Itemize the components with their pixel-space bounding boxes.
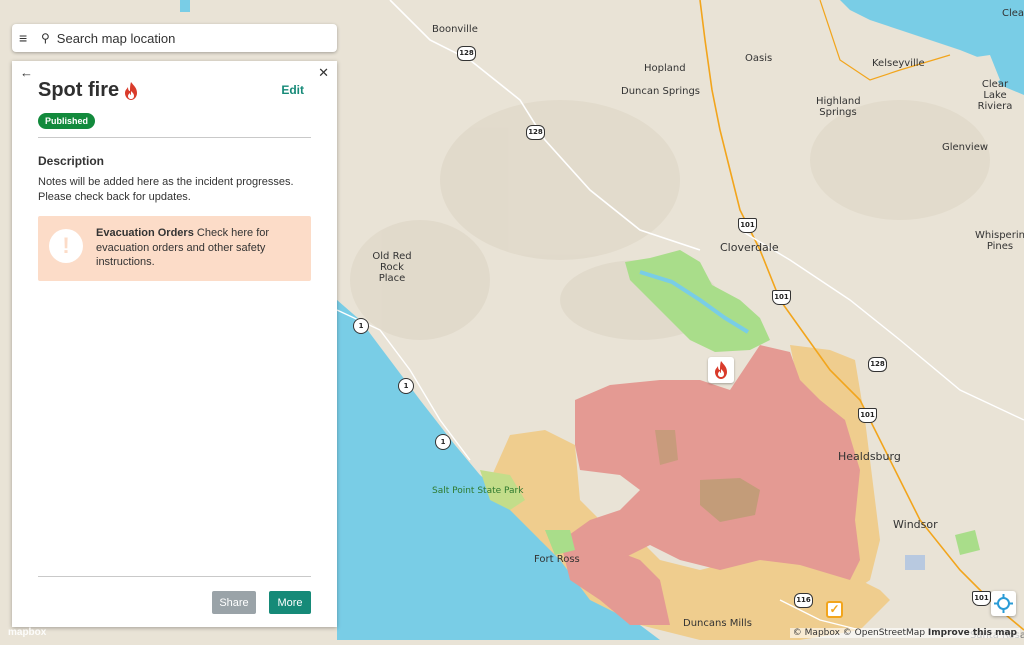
route-101-shield: 101 (858, 408, 877, 423)
mapbox-attribution-link[interactable]: © Mapbox (793, 628, 840, 638)
place-hopland: Hopland (644, 63, 686, 74)
place-whispering-pines: Whispering Pines (975, 230, 1024, 252)
place-healdsburg: Healdsburg (838, 450, 901, 463)
close-icon[interactable]: ✕ (318, 65, 329, 81)
route-101-shield: 101 (738, 218, 757, 233)
locate-icon (994, 594, 1013, 613)
route-128-shield: 128 (457, 46, 476, 61)
place-salt-point-state-park: Salt Point State Park (432, 486, 524, 496)
exclamation-icon: ! (49, 229, 83, 263)
map-attribution: © Mapbox © OpenStreetMap Improve this ma… (789, 628, 1020, 638)
status-badge: Published (38, 113, 96, 129)
fire-icon (125, 82, 137, 100)
place-cloverdale: Cloverdale (720, 241, 779, 254)
place-highland-springs: Highland Springs (816, 96, 861, 118)
route-1-shield: 1 (398, 378, 414, 394)
place-clear-lake-riviera: Clear Lake Riviera (977, 79, 1013, 112)
evacuation-alert[interactable]: ! Evacuation Orders Check here for evacu… (38, 216, 311, 281)
search-icon: ⚲ (41, 31, 50, 45)
route-116-shield: 116 (794, 593, 813, 608)
place-kelseyville: Kelseyville (872, 58, 925, 69)
divider (38, 137, 311, 138)
share-button[interactable]: Share (212, 591, 256, 614)
route-1-shield: 1 (435, 434, 451, 450)
locate-button[interactable] (991, 591, 1016, 616)
description-text: Notes will be added here as the incident… (38, 176, 294, 203)
menu-icon[interactable]: ≡ (19, 30, 35, 46)
evacuation-heading: Evacuation Orders (96, 227, 194, 239)
place-duncan-springs: Duncan Springs (621, 86, 700, 97)
search-input[interactable] (54, 29, 309, 47)
route-128-shield: 128 (526, 125, 545, 140)
place-oasis: Oasis (745, 53, 773, 64)
place-fort-ross: Fort Ross (534, 554, 580, 565)
route-101-shield: 101 (772, 290, 791, 305)
fire-marker[interactable] (708, 357, 734, 383)
edit-button[interactable]: Edit (281, 83, 304, 97)
search-bar: ≡ ⚲ (12, 24, 337, 52)
place-duncans-mills: Duncans Mills (683, 618, 752, 629)
fire-icon (715, 361, 727, 379)
incident-title: Spot fire (38, 79, 120, 101)
place-glenview: Glenview (942, 142, 989, 153)
place-old-red-rock-place: Old Red Rock Place (372, 251, 412, 284)
place-clear: Clear (1002, 8, 1024, 19)
route-1-shield: 1 (353, 318, 369, 334)
more-button[interactable]: More (269, 591, 311, 614)
place-windsor: Windsor (893, 518, 938, 531)
divider (38, 576, 311, 577)
incident-panel: ← ✕ Spot fire Edit Published Description… (12, 61, 337, 627)
mapbox-logo: mapbox (8, 627, 47, 638)
improve-map-link[interactable]: Improve this map (928, 628, 1017, 638)
checkmark-marker[interactable]: ✓ (826, 601, 843, 618)
evacuation-alert-text: Evacuation Orders Check here for evacuat… (96, 226, 301, 270)
osm-attribution-link[interactable]: © OpenStreetMap (843, 628, 925, 638)
place-boonville: Boonville (432, 24, 478, 35)
back-arrow-icon[interactable]: ← (20, 65, 33, 80)
description-heading: Description (38, 154, 105, 168)
route-101-shield: 101 (972, 591, 991, 606)
route-128-shield: 128 (868, 357, 887, 372)
